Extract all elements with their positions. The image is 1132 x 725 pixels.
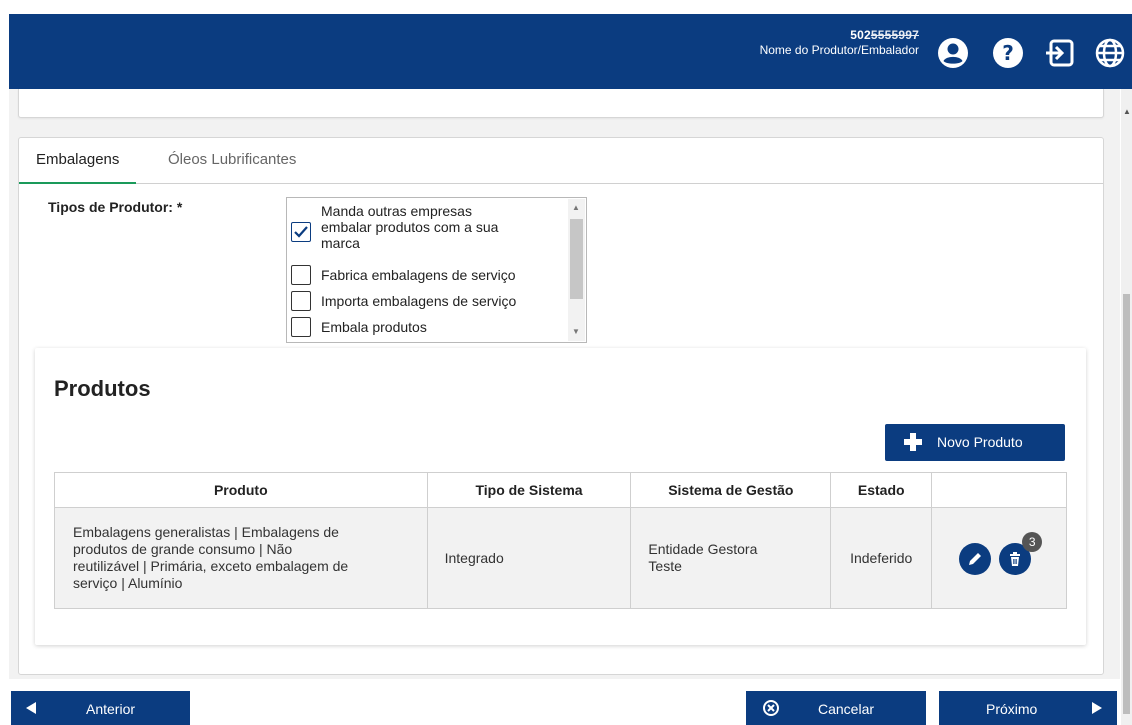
option-label: Fabrica embalagens de serviço <box>321 267 516 283</box>
svg-text:?: ? <box>1002 41 1014 65</box>
checkbox-checked[interactable] <box>291 222 311 242</box>
col-header-produto: Produto <box>54 472 428 508</box>
cancelar-button[interactable]: Cancelar <box>746 691 926 725</box>
top-header-bar: 5025555997 Nome do Produtor/Embalador ? <box>9 14 1132 89</box>
previous-card-bottom <box>18 89 1104 118</box>
col-header-actions <box>931 472 1067 508</box>
produtos-table: Produto Tipo de Sistema Sistema de Gestã… <box>54 472 1067 609</box>
notification-badge: 3 <box>1022 532 1043 552</box>
scroll-up-icon[interactable]: ▲ <box>1123 107 1131 116</box>
scrollbar-thumb[interactable] <box>570 219 583 299</box>
checkmark-icon <box>294 226 308 238</box>
scroll-up-icon[interactable]: ▲ <box>572 203 580 212</box>
checkbox-unchecked[interactable] <box>291 317 311 337</box>
plus-icon <box>904 433 922 451</box>
cell-sistema-gestao: Entidade Gestora Teste <box>630 507 832 609</box>
cell-tipo-sistema: Integrado <box>426 507 632 609</box>
pencil-icon <box>969 553 982 565</box>
tab-bar: Embalagens Óleos Lubrificantes <box>19 138 1103 184</box>
tipos-produtor-listbox[interactable]: Manda outras empresas embalar produtos c… <box>286 197 587 343</box>
arrow-right-icon <box>1092 702 1102 714</box>
page-scrollbar-thumb[interactable] <box>1123 294 1130 714</box>
anterior-label: Anterior <box>86 701 136 717</box>
proximo-label: Próximo <box>986 701 1038 717</box>
option-manda-outras-empresas[interactable]: Manda outras empresas embalar produtos c… <box>291 203 569 259</box>
trash-icon <box>1010 552 1021 566</box>
cell-actions: 3 <box>931 507 1067 609</box>
cell-produto: Embalagens generalistas | Embalagens de … <box>54 507 428 609</box>
tab-oleos-lubrificantes[interactable]: Óleos Lubrificantes <box>151 138 313 184</box>
cancel-circle-icon <box>763 700 779 716</box>
option-label: Embala produtos <box>321 319 427 335</box>
option-fabrica-embalagens[interactable]: Fabrica embalagens de serviço <box>291 265 569 285</box>
tipos-produtor-label: Tipos de Produtor: * <box>48 199 183 215</box>
option-label: Importa embalagens de serviço <box>321 293 517 309</box>
col-header-tipo-sistema: Tipo de Sistema <box>426 472 632 508</box>
masked-user-id: 5555997 <box>870 28 919 42</box>
user-info: 5025555997 Nome do Produtor/Embalador <box>760 28 919 58</box>
anterior-button[interactable]: Anterior <box>11 691 190 725</box>
option-label: Manda outras empresas embalar produtos c… <box>321 203 499 251</box>
option-importa-embalagens[interactable]: Importa embalagens de serviço <box>291 291 569 311</box>
option-embala-produtos[interactable]: Embala produtos <box>291 317 569 337</box>
listbox-scrollbar[interactable]: ▲ ▼ <box>568 199 585 341</box>
novo-produto-button[interactable]: Novo Produto <box>885 424 1065 461</box>
novo-produto-label: Novo Produto <box>937 434 1023 450</box>
checkbox-unchecked[interactable] <box>291 291 311 311</box>
page-scrollbar[interactable]: ▲ <box>1121 89 1132 725</box>
table-header-row: Produto Tipo de Sistema Sistema de Gestã… <box>54 472 1067 508</box>
checkbox-unchecked[interactable] <box>291 265 311 285</box>
produtos-title: Produtos <box>54 376 151 401</box>
help-icon[interactable]: ? <box>992 37 1024 69</box>
cell-estado: Indeferido <box>830 507 933 609</box>
proximo-button[interactable]: Próximo <box>939 691 1117 725</box>
col-header-sistema-gestao: Sistema de Gestão <box>630 472 832 508</box>
cancelar-label: Cancelar <box>818 701 875 717</box>
col-header-estado: Estado <box>830 472 933 508</box>
user-name: Nome do Produtor/Embalador <box>759 43 919 57</box>
edit-button[interactable] <box>959 543 992 575</box>
arrow-left-icon <box>26 702 36 714</box>
user-id: 5025555997 <box>850 28 919 42</box>
table-row: Embalagens generalistas | Embalagens de … <box>54 507 1067 609</box>
tab-embalagens[interactable]: Embalagens <box>19 138 137 184</box>
user-icon[interactable] <box>937 37 969 69</box>
globe-icon[interactable] <box>1094 37 1126 69</box>
logout-icon[interactable] <box>1044 37 1076 69</box>
scroll-down-icon[interactable]: ▼ <box>572 327 580 336</box>
